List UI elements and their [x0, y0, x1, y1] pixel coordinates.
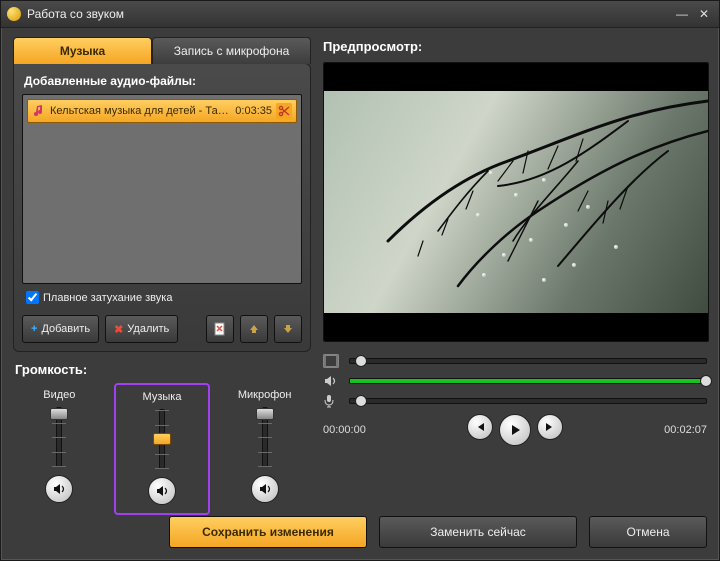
cancel-label: Отмена — [626, 525, 669, 539]
speaker-icon — [258, 482, 272, 496]
volume-mic-mute[interactable] — [251, 475, 279, 503]
time-current: 00:00:00 — [323, 424, 366, 436]
volume-mic-slider[interactable] — [262, 407, 268, 467]
close-button[interactable]: ✕ — [695, 7, 713, 21]
replace-label: Заменить сейчас — [430, 525, 526, 539]
volume-music-label: Музыка — [118, 391, 207, 403]
volume-video: Видео — [13, 383, 106, 515]
tabs: Музыка Запись с микрофона — [13, 37, 311, 64]
remove-button[interactable] — [206, 315, 234, 343]
fade-checkbox-input[interactable] — [26, 291, 39, 304]
audio-item-duration: 0:03:35 — [235, 105, 272, 117]
audio-knob[interactable] — [700, 375, 712, 387]
mic-knob[interactable] — [355, 395, 367, 407]
replace-button[interactable]: Заменить сейчас — [379, 516, 577, 548]
volume-video-label: Видео — [15, 389, 104, 401]
seek-knob[interactable] — [355, 355, 367, 367]
app-icon — [7, 7, 21, 21]
fade-checkbox[interactable]: Плавное затухание звука — [22, 288, 302, 307]
mic-track[interactable] — [349, 398, 707, 404]
audio-track[interactable] — [349, 378, 707, 384]
tab-mic[interactable]: Запись с микрофона — [152, 37, 311, 64]
skip-back-icon — [474, 421, 486, 433]
volume-mic-label: Микрофон — [220, 389, 309, 401]
sound-dialog: Работа со звуком — ✕ Музыка Запись с мик… — [0, 0, 720, 561]
slider-thumb[interactable] — [256, 408, 274, 420]
audio-panel: Добавленные аудио-файлы: Кельтская музык… — [13, 63, 311, 352]
volume-heading: Громкость: — [15, 362, 311, 377]
fade-label: Плавное затухание звука — [43, 292, 172, 304]
preview-heading: Предпросмотр: — [323, 39, 707, 54]
skip-forward-icon — [544, 421, 556, 433]
titlebar: Работа со звуком — ✕ — [1, 1, 719, 28]
speaker-icon — [155, 484, 169, 498]
volume-mic: Микрофон — [218, 383, 311, 515]
add-label: Добавить — [41, 323, 90, 335]
tab-mic-label: Запись с микрофона — [174, 44, 289, 58]
volume-video-slider[interactable] — [56, 407, 62, 467]
audio-toolbar: + Добавить ✖ Удалить — [22, 315, 302, 343]
move-up-button[interactable] — [240, 315, 268, 343]
left-column: Музыка Запись с микрофона Добавленные ау… — [13, 37, 311, 515]
volume-video-mute[interactable] — [45, 475, 73, 503]
arrow-down-icon — [282, 323, 294, 335]
seek-track[interactable] — [349, 358, 707, 364]
film-icon — [323, 354, 341, 368]
speaker-icon — [323, 374, 341, 388]
move-down-button[interactable] — [274, 315, 302, 343]
delete-label: Удалить — [127, 323, 169, 335]
play-icon — [508, 423, 522, 437]
window-title: Работа со звуком — [27, 7, 669, 21]
right-column: Предпросмотр: — [323, 37, 707, 515]
volume-section: Громкость: Видео — [13, 362, 311, 515]
time-total: 00:02:07 — [664, 424, 707, 436]
prev-button[interactable] — [467, 414, 493, 440]
preview-pane — [323, 62, 709, 342]
cancel-button[interactable]: Отмена — [589, 516, 707, 548]
page-x-icon — [213, 322, 227, 336]
plus-icon: + — [31, 323, 37, 335]
play-button[interactable] — [499, 414, 531, 446]
save-label: Сохранить изменения — [202, 525, 334, 539]
next-button[interactable] — [537, 414, 563, 440]
audio-list: Кельтская музыка для детей - Танец-ht...… — [22, 94, 302, 284]
add-button[interactable]: + Добавить — [22, 315, 99, 343]
footer: Сохранить изменения Заменить сейчас Отме… — [13, 516, 707, 548]
music-note-icon — [32, 104, 46, 118]
save-button[interactable]: Сохранить изменения — [169, 516, 367, 548]
scissors-icon[interactable] — [276, 103, 292, 119]
slider-thumb[interactable] — [50, 408, 68, 420]
tab-music-label: Музыка — [60, 44, 105, 58]
microphone-icon — [323, 394, 341, 408]
volume-music-mute[interactable] — [148, 477, 176, 505]
volume-music-slider[interactable] — [159, 409, 165, 469]
volume-music: Музыка — [114, 383, 211, 515]
audio-item-name: Кельтская музыка для детей - Танец-ht... — [50, 105, 231, 117]
slider-thumb[interactable] — [153, 433, 171, 445]
audio-heading: Добавленные аудио-файлы: — [24, 74, 300, 88]
branch-graphic — [328, 91, 708, 311]
minimize-button[interactable]: — — [673, 7, 691, 21]
delete-button[interactable]: ✖ Удалить — [105, 315, 178, 343]
tab-music[interactable]: Музыка — [13, 37, 152, 64]
arrow-up-icon — [248, 323, 260, 335]
x-icon: ✖ — [114, 323, 123, 336]
audio-item[interactable]: Кельтская музыка для детей - Танец-ht...… — [27, 99, 297, 123]
timebar: 00:00:00 00:02:07 — [323, 414, 707, 446]
preview-controls: 00:00:00 00:02:07 — [323, 354, 707, 446]
speaker-icon — [52, 482, 66, 496]
